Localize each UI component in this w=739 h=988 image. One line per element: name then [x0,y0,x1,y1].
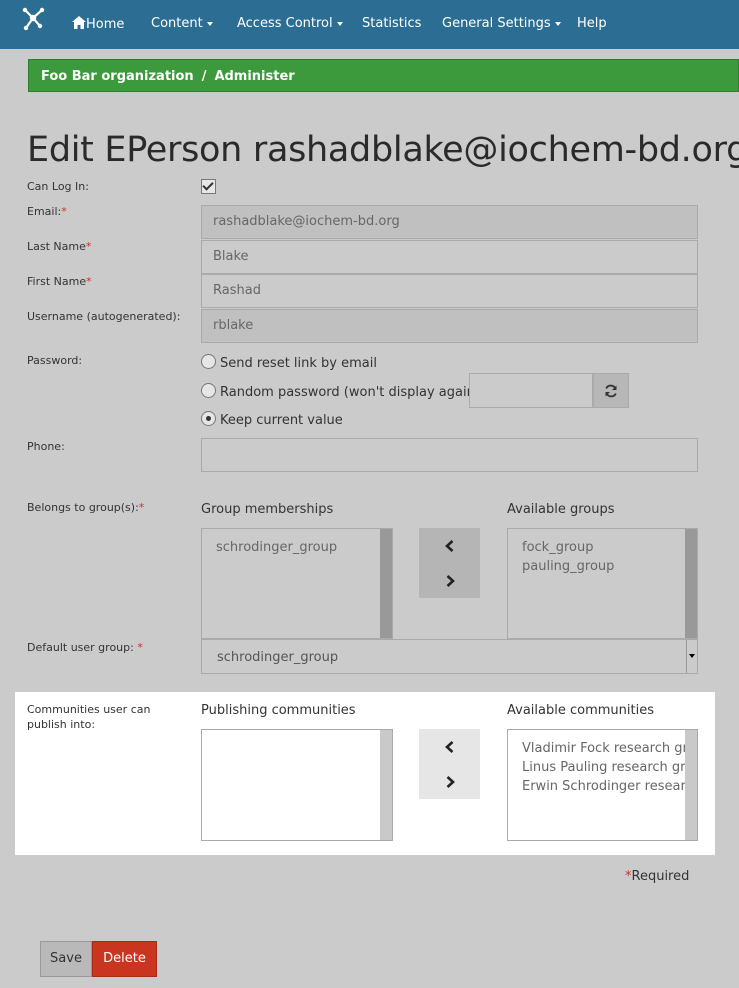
breadcrumb-current: Administer [214,69,295,84]
can-log-in-checkbox[interactable] [201,179,216,194]
chevron-right-icon[interactable] [443,574,457,588]
community-move-buttons [419,729,480,799]
available-groups-title: Available groups [507,502,615,517]
email-label: Email:* [27,205,67,218]
last-name-field[interactable]: Blake [201,240,698,274]
nav-general-settings[interactable]: General Settings [442,16,561,31]
refresh-icon [605,384,617,398]
password-option-reset-link[interactable]: Send reset link by email [201,354,377,371]
generated-password-field[interactable] [469,373,593,408]
nav-help-label: Help [577,16,607,31]
group-memberships-title: Group memberships [201,502,334,517]
home-icon [72,16,86,29]
nav-statistics[interactable]: Statistics [362,16,421,31]
top-navbar: Home Content Access Control Statistics G… [0,0,739,49]
scrollbar[interactable] [380,730,392,840]
save-button[interactable]: Save [40,941,92,977]
publishing-communities-list[interactable] [201,729,393,841]
group-move-buttons [419,528,480,598]
breadcrumb-separator: / [201,69,207,84]
chevron-left-icon[interactable] [443,539,457,553]
molecule-icon[interactable] [20,6,46,32]
dropdown-arrow-icon[interactable] [686,640,697,673]
nav-home[interactable]: Home [72,16,124,32]
list-item[interactable]: fock_group [522,538,614,557]
required-note: *Required [625,869,690,884]
username-field[interactable]: rblake [201,309,698,343]
first-name-field[interactable]: Rashad [201,274,698,308]
scrollbar[interactable] [685,730,697,840]
radio-button[interactable] [201,383,216,398]
groups-label: Belongs to group(s):* [27,501,145,514]
regenerate-password-button[interactable] [593,373,629,408]
can-log-in-label: Can Log In: [27,180,89,193]
checkmark-icon [202,179,214,191]
nav-content[interactable]: Content [151,16,213,31]
last-name-label: Last Name* [27,240,92,253]
default-group-label: Default user group: * [27,641,143,654]
list-item[interactable]: pauling_group [522,557,614,576]
password-option-random[interactable]: Random password (won't display again) [201,383,480,400]
nav-home-label: Home [86,17,125,32]
communities-label: Communities user can publish into: [27,703,151,731]
page-title: Edit EPerson rashadblake@iochem-bd.org: [27,130,739,170]
radio-button-selected[interactable] [201,411,216,426]
password-label: Password: [27,354,83,367]
breadcrumb-org[interactable]: Foo Bar organization [41,69,194,84]
phone-label: Phone: [27,440,65,453]
available-communities-title: Available communities [507,703,654,718]
radio-button[interactable] [201,354,216,369]
first-name-label: First Name* [27,275,92,288]
delete-button[interactable]: Delete [92,941,157,977]
group-memberships-list[interactable]: schrodinger_group [201,528,393,639]
publishing-communities-title: Publishing communities [201,703,356,718]
scrollbar[interactable] [380,529,392,638]
nav-general-settings-label: General Settings [442,16,551,31]
available-groups-list[interactable]: fock_group pauling_group [507,528,698,639]
caret-down-icon [554,21,561,26]
nav-access-control-label: Access Control [237,16,333,31]
nav-access-control[interactable]: Access Control [237,16,343,31]
list-item[interactable]: schrodinger_group [216,538,337,557]
chevron-right-icon[interactable] [443,775,457,789]
phone-field[interactable] [201,438,698,472]
password-option-keep[interactable]: Keep current value [201,411,343,428]
chevron-left-icon[interactable] [443,740,457,754]
nav-statistics-label: Statistics [362,16,422,31]
username-label: Username (autogenerated): [27,310,181,323]
list-item[interactable]: Linus Pauling research group [522,758,685,777]
default-group-value: schrodinger_group [217,650,339,665]
email-field[interactable]: rashadblake@iochem-bd.org [201,205,698,239]
default-group-select[interactable]: schrodinger_group [201,639,698,674]
list-item[interactable]: Vladimir Fock research group [522,739,685,758]
caret-down-icon [206,21,213,26]
caret-down-icon [336,21,343,26]
scrollbar[interactable] [685,529,697,638]
nav-help[interactable]: Help [577,16,607,31]
available-communities-list[interactable]: Vladimir Fock research group Linus Pauli… [507,729,698,841]
list-item[interactable]: Erwin Schrodinger research group [522,777,685,796]
nav-content-label: Content [151,16,203,31]
breadcrumb: Foo Bar organization / Administer [28,59,739,92]
